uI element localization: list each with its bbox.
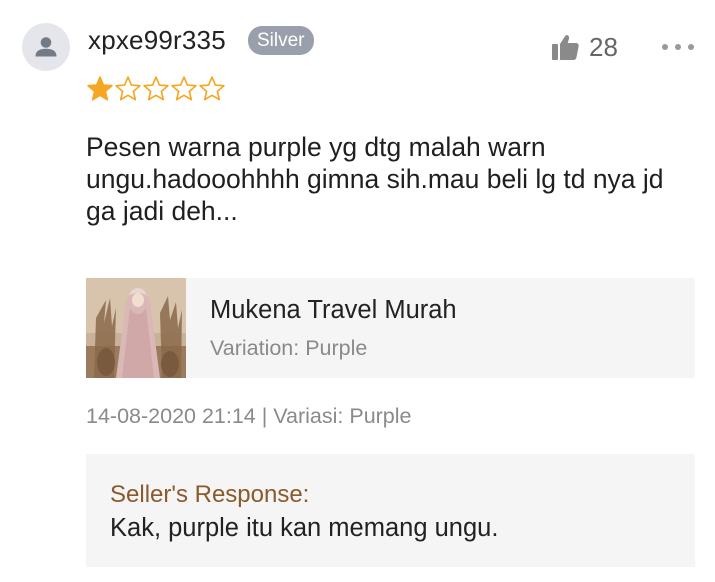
seller-response: Seller's Response: Kak, purple itu kan m… bbox=[86, 454, 695, 567]
review-card: xpxe99r335 Silver 28 Pesen warna purple … bbox=[0, 0, 715, 582]
star-outline-icon bbox=[115, 76, 141, 101]
star-rating bbox=[86, 75, 226, 103]
star-outline-icon bbox=[199, 76, 225, 101]
more-icon bbox=[662, 44, 694, 50]
product-variation: Variation: Purple bbox=[210, 336, 368, 360]
product-name[interactable]: Mukena Travel Murah bbox=[210, 294, 457, 326]
product-card[interactable]: Mukena Travel Murah Variation: Purple bbox=[86, 278, 695, 378]
seller-response-title: Seller's Response: bbox=[110, 481, 310, 508]
thumbs-up-icon bbox=[552, 35, 579, 60]
review-meta: 14-08-2020 21:14 | Variasi: Purple bbox=[86, 404, 412, 428]
product-thumbnail[interactable] bbox=[86, 278, 186, 378]
user-icon bbox=[35, 37, 57, 57]
review-comment: Pesen warna purple yg dtg malah warn ung… bbox=[86, 132, 664, 226]
like-count: 28 bbox=[589, 32, 618, 62]
user-avatar[interactable] bbox=[22, 23, 70, 71]
member-tier-badge: Silver bbox=[248, 26, 314, 55]
reviewer-username[interactable]: xpxe99r335 bbox=[88, 24, 226, 56]
product-image bbox=[86, 278, 186, 378]
star-outline-icon bbox=[171, 76, 197, 101]
like-button[interactable]: 28 bbox=[550, 31, 618, 63]
seller-response-text: Kak, purple itu kan memang ungu. bbox=[110, 514, 499, 542]
star-filled-icon bbox=[87, 76, 113, 101]
more-options-button[interactable] bbox=[658, 36, 698, 58]
star-outline-icon bbox=[143, 76, 169, 101]
